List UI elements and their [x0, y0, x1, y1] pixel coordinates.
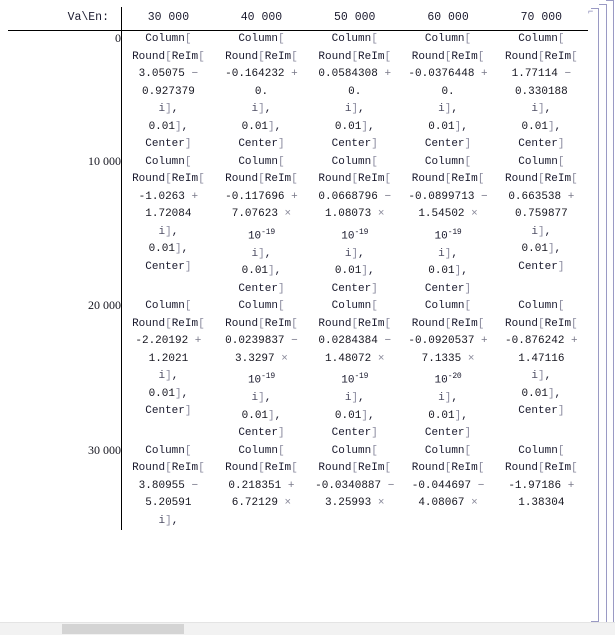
grid-corner-label: Va\En:: [8, 7, 122, 31]
mathematica-notebook-output: Va\En: 30 000 40 000 50 000 60 000 70 00…: [0, 0, 615, 635]
table-row: 20 000 Column[Round[ReIm[-2.20192 +1.202…: [8, 298, 588, 443]
cell-2-0[interactable]: Column[Round[ReIm[-2.20192 +1.2021 i], 0.0…: [122, 298, 215, 443]
cell-3-3[interactable]: Column[Round[ReIm[-0.044697 −4.08067 ×: [401, 443, 494, 531]
grid-header-row: Va\En: 30 000 40 000 50 000 60 000 70 00…: [8, 7, 588, 31]
cell-3-0[interactable]: Column[Round[ReIm[3.80955 −5.20591 i],: [122, 443, 215, 531]
cell-0-4[interactable]: Column[Round[ReIm[1.77114 −0.330188 i], 0.…: [495, 31, 588, 154]
table-row: 30 000 Column[Round[ReIm[3.80955 −5.2059…: [8, 442, 588, 531]
column-header-2: 50 000: [308, 7, 402, 31]
cell-1-3[interactable]: Column[Round[ReIm[-0.0899713 −1.54502 × 1…: [401, 154, 494, 299]
cell-3-1[interactable]: Column[Round[ReIm[0.218351 +6.72129 ×: [215, 443, 308, 531]
table-row: 10 000 Column[Round[ReIm[-1.0263 +1.7208…: [8, 153, 588, 299]
cell-1-0[interactable]: Column[Round[ReIm[-1.0263 +1.72084 i], 0.0…: [122, 154, 215, 299]
expression-text: Column[Round[ReIm[-0.0899713 −1.54502 × 1…: [408, 155, 488, 295]
expression-text: Column[Round[ReIm[-1.0263 +1.72084 i], 0.0…: [132, 155, 205, 273]
cell-3-4[interactable]: Column[Round[ReIm[-1.97186 +1.38304: [495, 443, 588, 531]
expression-text: Column[Round[ReIm[0.0239837 −3.3297 × 10-…: [225, 300, 298, 440]
expression-text: Column[Round[ReIm[-0.0376448 +0. i], 0.01]…: [408, 33, 488, 150]
expression-text: Column[Round[ReIm[0.0668796 −1.08073 × 10…: [318, 155, 392, 295]
expression-text: Column[Round[ReIm[-2.20192 +1.2021 i], 0.0…: [132, 300, 205, 418]
expression-text: Column[Round[ReIm[0.0284384 −1.48072 × 10…: [318, 300, 392, 440]
expression-text: Column[Round[ReIm[-0.117696 +7.07623 × 10…: [225, 155, 298, 295]
expression-text: Column[Round[ReIm[3.80955 −5.20591 i],: [132, 444, 205, 527]
row-label-1: 10 000: [8, 153, 122, 299]
column-header-0: 30 000: [121, 7, 215, 31]
horizontal-scrollbar-thumb[interactable]: [62, 624, 184, 634]
column-header-4: 70 000: [494, 7, 588, 31]
table-row: 0 Column[Round[ReIm[3.05075 −0.927379 i],…: [8, 30, 588, 154]
cell-2-2[interactable]: Column[Round[ReIm[0.0284384 −1.48072 × 10…: [308, 298, 401, 443]
expression-text: Column[Round[ReIm[3.05075 −0.927379 i], 0.…: [132, 33, 205, 150]
cell-0-3[interactable]: Column[Round[ReIm[-0.0376448 +0. i], 0.01]…: [401, 31, 494, 154]
cell-2-1[interactable]: Column[Round[ReIm[0.0239837 −3.3297 × 10-…: [215, 298, 308, 443]
expression-text: Column[Round[ReIm[0.218351 +6.72129 ×: [225, 444, 298, 510]
cell-bracket-middle[interactable]: [599, 4, 607, 626]
row-label-3: 30 000: [8, 442, 122, 531]
results-grid: Va\En: 30 000 40 000 50 000 60 000 70 00…: [8, 7, 588, 531]
cell-1-2[interactable]: Column[Round[ReIm[0.0668796 −1.08073 × 10…: [308, 154, 401, 299]
expression-text: Column[Round[ReIm[-1.97186 +1.38304: [505, 444, 578, 510]
cell-0-0[interactable]: Column[Round[ReIm[3.05075 −0.927379 i], 0.…: [122, 31, 215, 154]
cell-1-1[interactable]: Column[Round[ReIm[-0.117696 +7.07623 × 10…: [215, 154, 308, 299]
cell-bracket-outer[interactable]: [606, 0, 614, 630]
cell-bracket-inner[interactable]: [591, 8, 599, 622]
expression-text: Column[Round[ReIm[-0.164232 +0. i], 0.01],…: [225, 33, 298, 150]
expression-text: Column[Round[ReIm[1.77114 −0.330188 i], 0.…: [505, 33, 578, 150]
cell-1-4[interactable]: Column[Round[ReIm[0.663538 +0.759877 i], 0…: [495, 154, 588, 299]
notebook-cell-brackets: ⌐: [585, 0, 615, 635]
cell-0-2[interactable]: Column[Round[ReIm[0.0584308 +0. i], 0.01],…: [308, 31, 401, 154]
column-header-3: 60 000: [401, 7, 495, 31]
cell-3-2[interactable]: Column[Round[ReIm[-0.0340887 −3.25993 ×: [308, 443, 401, 531]
expression-text: Column[Round[ReIm[-0.876242 +1.47116 i], 0…: [505, 300, 578, 418]
horizontal-scrollbar[interactable]: [0, 622, 615, 635]
expression-text: Column[Round[ReIm[-0.0340887 −3.25993 ×: [315, 444, 395, 510]
cell-2-4[interactable]: Column[Round[ReIm[-0.876242 +1.47116 i], 0…: [495, 298, 588, 443]
expression-text: Column[Round[ReIm[0.0584308 +0. i], 0.01],…: [318, 33, 392, 150]
column-header-1: 40 000: [214, 7, 309, 31]
expression-text: Column[Round[ReIm[-0.0920537 +7.1335 × 10…: [408, 300, 488, 440]
expression-text: Column[Round[ReIm[0.663538 +0.759877 i], 0…: [505, 155, 578, 273]
row-label-2: 20 000: [8, 298, 122, 443]
grid-body: Va\En: 30 000 40 000 50 000 60 000 70 00…: [8, 7, 588, 531]
cell-bracket-tag-icon: ⌐: [588, 6, 594, 16]
expression-text: Column[Round[ReIm[-0.044697 −4.08067 ×: [411, 444, 485, 510]
cell-2-3[interactable]: Column[Round[ReIm[-0.0920537 +7.1335 × 10…: [401, 298, 494, 443]
row-label-0: 0: [8, 30, 122, 154]
cell-0-1[interactable]: Column[Round[ReIm[-0.164232 +0. i], 0.01],…: [215, 31, 308, 154]
